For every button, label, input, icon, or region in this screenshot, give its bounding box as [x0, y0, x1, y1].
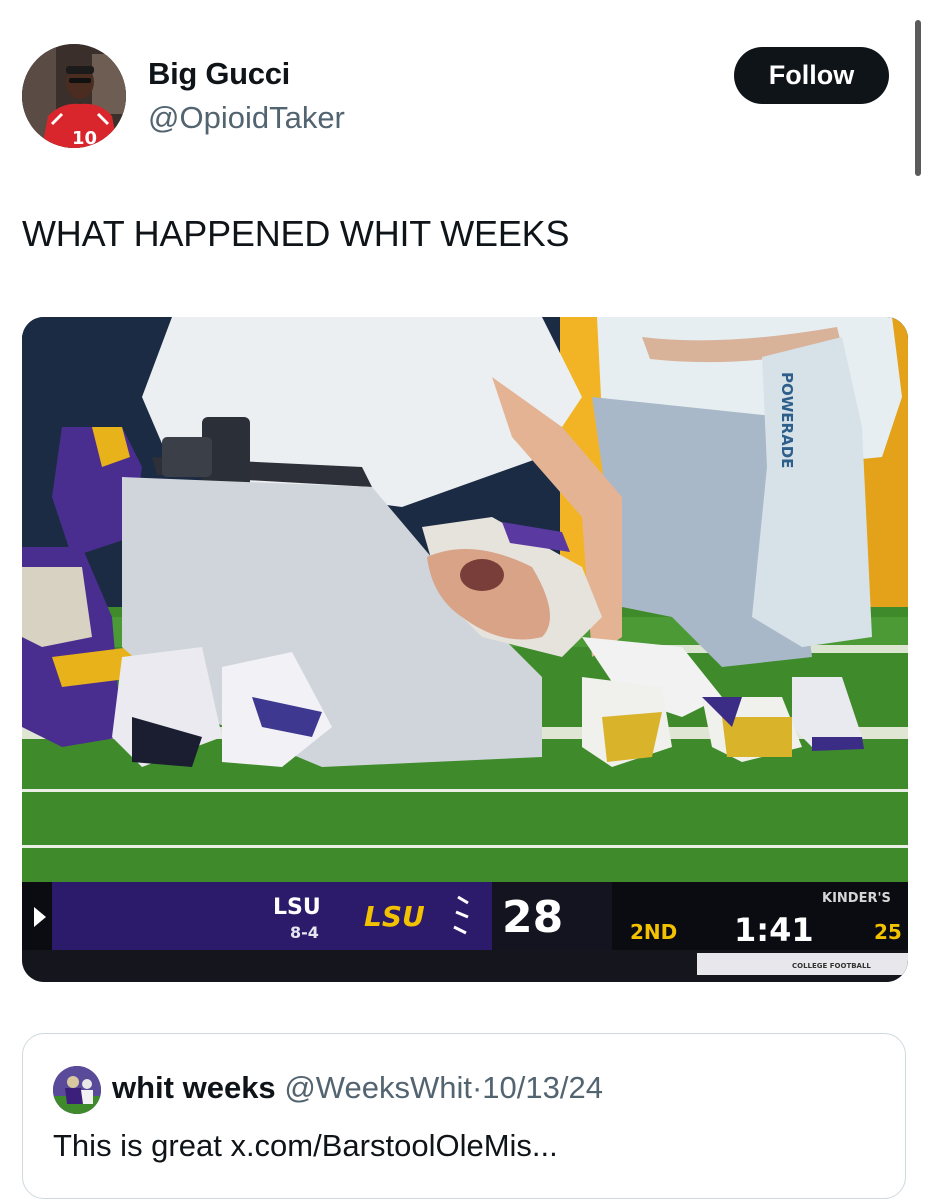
quote-avatar-image [53, 1066, 101, 1114]
author-display-name[interactable]: Big Gucci [148, 56, 290, 92]
quote-author-handle[interactable]: @WeeksWhit [284, 1070, 472, 1105]
author-handle[interactable]: @OpioidTaker [148, 100, 345, 136]
scorebug-quarter: 2ND [630, 920, 677, 944]
scorebug-sponsor: KINDER'S [822, 891, 891, 906]
quote-date[interactable]: 10/13/24 [482, 1070, 603, 1105]
quote-header: whit weeks @WeeksWhit·10/13/24 [112, 1070, 603, 1106]
quote-separator: · [471, 1070, 483, 1105]
scorebug-clock: 1:41 [734, 911, 814, 949]
scorebug-record: 8-4 [290, 923, 319, 942]
scorebug-score: 28 [502, 892, 563, 943]
svg-text:10: 10 [72, 128, 97, 148]
quote-author-name[interactable]: whit weeks [112, 1070, 276, 1105]
scorebug-other-value: 25 [874, 920, 902, 944]
football-injury-photo: POWERADE LSU 8-4 LSU 28 2ND 1:41 KINDER'… [22, 317, 908, 982]
scrollbar[interactable] [915, 20, 921, 176]
scorebug-team-abbr: LSU [273, 895, 321, 920]
scorebug-team-logo: LSU [364, 900, 425, 933]
quote-text: This is great x.com/BarstoolOleMis... [53, 1128, 558, 1163]
author-avatar[interactable]: 10 [22, 44, 126, 148]
tweet-page: 10 Big Gucci @OpioidTaker Follow WHAT HA… [0, 0, 930, 1200]
quote-author-avatar[interactable] [53, 1066, 101, 1114]
scorebug-bottom-caption: COLLEGE FOOTBALL [792, 962, 871, 970]
tweet-text: WHAT HAPPENED WHIT WEEKS [22, 213, 570, 254]
towel-logo-text: POWERADE [778, 372, 796, 468]
follow-button[interactable]: Follow [734, 47, 889, 104]
tweet-media-image[interactable]: POWERADE LSU 8-4 LSU 28 2ND 1:41 KINDER'… [22, 317, 908, 982]
quoted-tweet-card[interactable]: whit weeks @WeeksWhit·10/13/24 This is g… [22, 1033, 906, 1199]
avatar-image: 10 [22, 44, 126, 148]
